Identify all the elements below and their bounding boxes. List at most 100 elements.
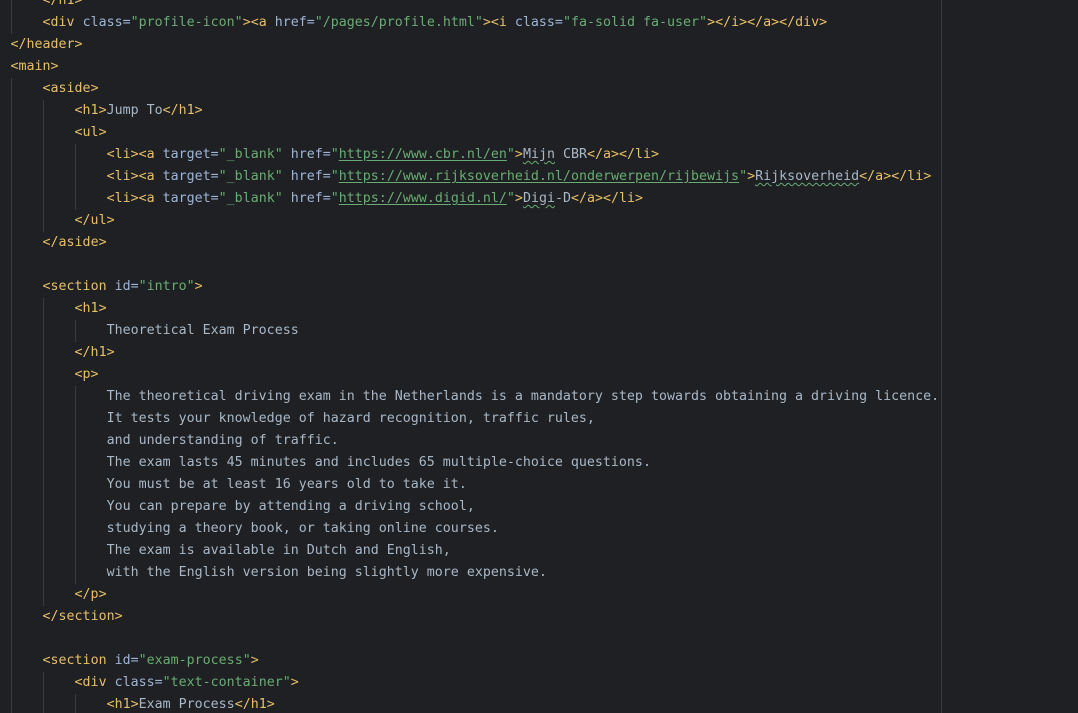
code-line[interactable]: </h1> xyxy=(11,0,940,12)
html-inner-text-token: Exam Process xyxy=(138,697,235,712)
html-string-token: "_blank" xyxy=(218,191,283,206)
html-tag-token: > xyxy=(514,191,523,206)
code-line[interactable]: The exam lasts 45 minutes and includes 6… xyxy=(11,452,940,474)
code-line[interactable]: <h1> xyxy=(11,298,940,320)
html-tag-token: <li><a xyxy=(106,147,163,162)
html-tag-token: </h1> xyxy=(162,103,203,118)
code-line[interactable]: You can prepare by attending a driving s… xyxy=(11,496,940,518)
html-tag-token: > xyxy=(514,147,523,162)
code-text-surface[interactable]: </h1> <div class="profile-icon"><a href=… xyxy=(11,0,940,713)
code-line[interactable]: The exam is available in Dutch and Engli… xyxy=(11,540,940,562)
code-line[interactable]: <aside> xyxy=(11,78,940,100)
html-tag-token: > xyxy=(747,169,756,184)
html-inner-text-token: with the English version being slightly … xyxy=(106,565,547,580)
code-line[interactable]: <section id="intro"> xyxy=(11,276,940,298)
code-line[interactable] xyxy=(11,254,940,276)
code-line[interactable]: <main> xyxy=(11,56,940,78)
html-inner-text-token: Jump To xyxy=(106,103,163,118)
html-tag-token: </a></li> xyxy=(859,169,932,184)
code-line[interactable]: Theoretical Exam Process xyxy=(11,320,940,342)
html-inner-text-token: Theoretical Exam Process xyxy=(106,323,299,338)
html-string-token: " xyxy=(739,169,748,184)
html-tag-token: <ul> xyxy=(74,125,107,140)
html-inner-text-token: -D xyxy=(554,191,571,206)
code-line[interactable]: </section> xyxy=(11,606,940,628)
html-tag-token: </aside> xyxy=(42,235,107,250)
code-line[interactable]: <li><a target="_blank" href="https://www… xyxy=(11,188,940,210)
html-tag-token: <div xyxy=(42,15,83,30)
html-string-token: "exam-process" xyxy=(138,653,251,668)
code-line[interactable]: </p> xyxy=(11,584,940,606)
html-inner-text-token: The theoretical driving exam in the Neth… xyxy=(106,389,940,404)
code-line[interactable]: with the English version being slightly … xyxy=(11,562,940,584)
code-url-link[interactable]: https://www.cbr.nl/en xyxy=(339,147,507,162)
html-tag-token: ></i></a></div> xyxy=(707,15,828,30)
code-line[interactable]: The theoretical driving exam in the Neth… xyxy=(11,386,940,408)
code-line[interactable]: <div class="text-container"> xyxy=(11,672,940,694)
code-line[interactable]: You must be at least 16 years old to tak… xyxy=(11,474,940,496)
html-attribute-token: href= xyxy=(290,191,331,206)
html-tag-token: <h1> xyxy=(74,103,107,118)
code-editor[interactable]: </h1> <div class="profile-icon"><a href=… xyxy=(0,0,1078,713)
code-line[interactable]: <p> xyxy=(11,364,940,386)
html-attribute-token: target= xyxy=(162,169,219,184)
html-inner-text-token: CBR xyxy=(554,147,587,162)
spellcheck-word: Rijksoverheid xyxy=(755,169,860,184)
html-tag-token: </h1> xyxy=(74,345,115,360)
html-tag-token: ><a xyxy=(242,15,275,30)
code-url-link[interactable]: https://www.digid.nl/ xyxy=(339,191,507,206)
code-line[interactable]: and understanding of traffic. xyxy=(11,430,940,452)
html-attribute-token: class= xyxy=(514,15,563,30)
html-inner-text-token: The exam lasts 45 minutes and includes 6… xyxy=(106,455,651,470)
html-attribute-token: href= xyxy=(274,15,315,30)
code-line[interactable]: </h1> xyxy=(11,342,940,364)
html-string-token: "text-container" xyxy=(162,675,291,690)
html-attribute-token: class= xyxy=(82,15,131,30)
html-tag-token: <main> xyxy=(10,59,59,74)
code-line[interactable]: It tests your knowledge of hazard recogn… xyxy=(11,408,940,430)
code-line[interactable]: </ul> xyxy=(11,210,940,232)
code-line[interactable]: studying a theory book, or taking online… xyxy=(11,518,940,540)
html-tag-token: <h1> xyxy=(74,301,107,316)
html-attribute-token: target= xyxy=(162,191,219,206)
html-tag-token: </h1> xyxy=(234,697,275,712)
code-line[interactable]: <li><a target="_blank" href="https://www… xyxy=(11,166,940,188)
code-line[interactable]: <div class="profile-icon"><a href="/page… xyxy=(11,12,940,34)
spellcheck-word: Digi xyxy=(522,191,555,206)
html-string-token: "profile-icon" xyxy=(130,15,243,30)
code-line[interactable]: <li><a target="_blank" href="https://www… xyxy=(11,144,940,166)
code-line[interactable]: </header> xyxy=(11,34,940,56)
html-string-token: "fa-solid fa-user" xyxy=(562,15,708,30)
html-attribute-token: href= xyxy=(290,169,331,184)
html-tag-token: <li><a xyxy=(106,191,163,206)
code-line[interactable]: <h1>Exam Process</h1> xyxy=(11,694,940,713)
code-line[interactable]: <ul> xyxy=(11,122,940,144)
html-string-token: "_blank" xyxy=(218,147,283,162)
html-string-token: " xyxy=(330,169,339,184)
code-line[interactable]: <section id="exam-process"> xyxy=(11,650,940,672)
html-tag-token: </section> xyxy=(42,609,123,624)
code-line[interactable] xyxy=(11,628,940,650)
html-attribute-token: class= xyxy=(114,675,163,690)
code-line[interactable]: </aside> xyxy=(11,232,940,254)
code-url-link[interactable]: https://www.rijksoverheid.nl/onderwerpen… xyxy=(339,169,739,184)
code-line[interactable]: <h1>Jump To</h1> xyxy=(11,100,940,122)
